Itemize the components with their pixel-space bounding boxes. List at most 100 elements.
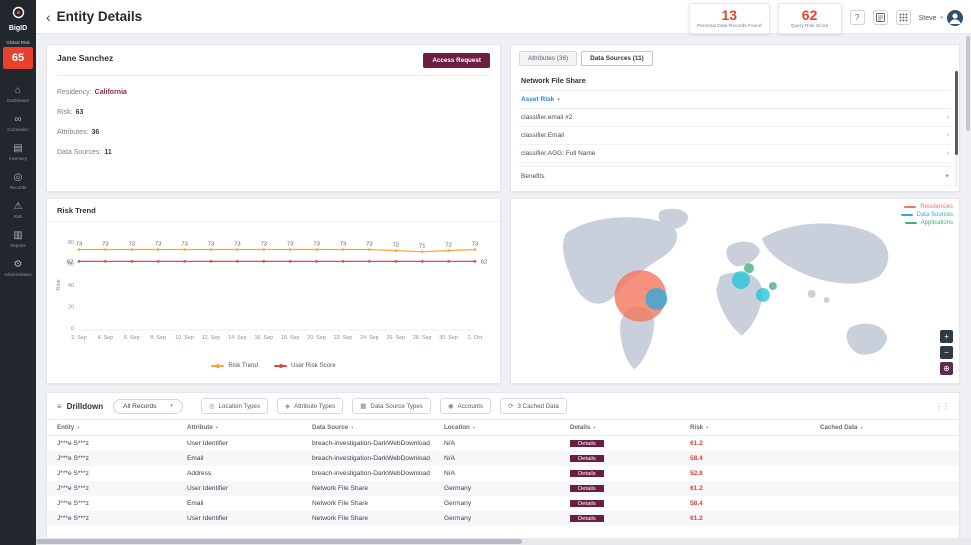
table-row[interactable]: J***e S***zUser Identifierbreach-investi… xyxy=(47,436,959,451)
application-bubble[interactable] xyxy=(744,263,754,273)
reports-icon: ▥ xyxy=(0,230,36,241)
avatar xyxy=(947,10,963,26)
profile-fields: Residency:CaliforniaRisk:63Attributes:36… xyxy=(57,89,490,156)
data-source-bubble[interactable] xyxy=(732,271,750,289)
cell-risk: 61.2 xyxy=(690,485,820,492)
attribute-row[interactable]: Benefits▾ xyxy=(519,166,951,186)
data-source-types-icon: ▦ xyxy=(360,402,366,410)
details-button[interactable]: Details xyxy=(570,485,604,492)
table-row[interactable]: J***e S***zUser IdentifierNetwork File S… xyxy=(47,511,959,526)
grid-dots-icon[interactable]: ⋮⋮ xyxy=(935,402,949,411)
details-button[interactable]: Details xyxy=(570,455,604,462)
sidebar-item-administration[interactable]: ⚙Administration xyxy=(0,253,36,282)
tab-data-sources-11-[interactable]: Data Sources (11) xyxy=(581,51,653,66)
attribute-types-icon: ◈ xyxy=(285,402,290,410)
svg-text:71: 71 xyxy=(419,244,425,250)
sidebar-item-label: Records xyxy=(0,185,36,190)
global-risk-widget[interactable]: Global Risk 65 xyxy=(3,40,33,69)
chip-accounts[interactable]: ◉Accounts xyxy=(440,398,491,414)
cell-source: breach-investigation-DarkWebDownload xyxy=(312,440,444,447)
table-row[interactable]: J***e S***zAddressbreach-investigation-D… xyxy=(47,466,959,481)
sidebar-item-dashboard[interactable]: ⌂Dashboard xyxy=(0,79,36,108)
zoom-in-icon[interactable]: + xyxy=(940,330,953,343)
chip-attribute-types[interactable]: ◈Attribute Types xyxy=(277,398,343,414)
column-header-location[interactable]: Location▾ xyxy=(444,424,570,431)
svg-text:16. Sep: 16. Sep xyxy=(255,335,274,341)
cell-source: Network File Share xyxy=(312,515,444,522)
column-header-entity[interactable]: Entity▾ xyxy=(57,424,187,431)
details-button[interactable]: Details xyxy=(570,515,604,522)
sidebar-item-reports[interactable]: ▥ Reports xyxy=(0,224,36,253)
sort-icon: ▾ xyxy=(593,425,595,431)
records-filter-select[interactable]: All Records ▾ xyxy=(113,399,183,414)
column-header-cached-data[interactable]: Cached Data▾ xyxy=(820,424,959,431)
cell-details: Details xyxy=(570,515,690,522)
application-bubble[interactable] xyxy=(769,282,777,290)
bigid-logo[interactable]: BigID xyxy=(9,6,27,32)
legend-marker xyxy=(904,206,916,208)
chip-location-types[interactable]: ◎Location Types xyxy=(201,398,268,414)
cell-source: Network File Share xyxy=(312,485,444,492)
details-button[interactable]: Details xyxy=(570,500,604,507)
tasks-icon[interactable] xyxy=(873,10,888,25)
details-button[interactable]: Details xyxy=(570,440,604,447)
svg-text:73: 73 xyxy=(129,242,135,248)
sidebar-item-inventory[interactable]: ▤Inventory xyxy=(0,137,36,166)
asset-risk-link[interactable]: Asset Risk ▾ xyxy=(519,91,951,109)
svg-text:14. Sep: 14. Sep xyxy=(228,335,247,341)
topbar-right: 13 Personal Data Records Found 62 Query … xyxy=(689,3,963,34)
table-row[interactable]: J***e S***zUser IdentifierNetwork File S… xyxy=(47,481,959,496)
field-label: Data Sources: xyxy=(57,149,101,156)
apps-grid-icon[interactable] xyxy=(896,10,911,25)
user-menu[interactable]: Steve ▾ xyxy=(919,10,963,26)
help-icon[interactable]: ? xyxy=(850,10,865,25)
access-request-button[interactable]: Access Request xyxy=(423,53,490,68)
3-cached-data-icon: ⟳ xyxy=(508,402,513,410)
zoom-reset-icon[interactable]: ⊕ xyxy=(940,362,953,375)
data-source-bubble[interactable] xyxy=(645,288,667,310)
sidebar-item-correlation[interactable]: ∞Correlation xyxy=(0,108,36,137)
svg-text:12. Sep: 12. Sep xyxy=(202,335,221,341)
sidebar-item-label: Reports xyxy=(0,243,36,248)
svg-text:22. Sep: 22. Sep xyxy=(334,335,353,341)
tab-attributes-36-[interactable]: Attributes (36) xyxy=(519,51,577,66)
cell-attribute: User Identifier xyxy=(187,485,312,492)
chip-3-cached-data[interactable]: ⟳3 Cached Data xyxy=(500,398,567,414)
attribute-label: classifier.Email xyxy=(521,132,564,139)
attribute-row[interactable]: classifier.AGG: Full Name› xyxy=(519,145,951,163)
attribute-row[interactable]: classifier.Email › xyxy=(519,127,951,145)
table-row[interactable]: J***e S***zEmailbreach-investigation-Dar… xyxy=(47,451,959,466)
attribute-row[interactable]: classifier.email #2› xyxy=(519,109,951,127)
legend-marker xyxy=(211,365,224,367)
column-header-attribute[interactable]: Attribute▾ xyxy=(187,424,312,431)
world-map[interactable] xyxy=(511,199,959,383)
horizontal-scrollbar[interactable] xyxy=(36,538,971,545)
panel-scrollbar[interactable] xyxy=(955,71,958,187)
column-header-details[interactable]: Details▾ xyxy=(570,424,690,431)
cell-location: N/A xyxy=(444,440,570,447)
chevron-right-icon: › xyxy=(947,132,949,139)
legend-item-user-risk-score[interactable]: User Risk Score xyxy=(274,362,336,369)
column-header-risk[interactable]: Risk▾ xyxy=(690,424,820,431)
main-content: Jane Sanchez Access Request Residency:Ca… xyxy=(36,34,971,545)
column-header-data-source[interactable]: Data Source▾ xyxy=(312,424,444,431)
chip-data-source-types[interactable]: ▦Data Source Types xyxy=(352,398,431,414)
page-title: Entity Details xyxy=(57,9,143,24)
profile-field-data-sources-: Data Sources:11 xyxy=(57,149,490,156)
vertical-scrollbar[interactable] xyxy=(965,34,971,538)
sort-icon: ▾ xyxy=(860,425,862,431)
svg-text:26. Sep: 26. Sep xyxy=(387,335,406,341)
zoom-out-icon[interactable]: − xyxy=(940,346,953,359)
svg-text:73: 73 xyxy=(313,242,319,248)
cell-risk: 58.4 xyxy=(690,500,820,507)
sidebar-item-risk[interactable]: ⚠Risk xyxy=(0,195,36,224)
details-button[interactable]: Details xyxy=(570,470,604,477)
cell-source: breach-investigation-DarkWebDownload xyxy=(312,470,444,477)
legend-item-risk-trend[interactable]: Risk Trend xyxy=(211,362,258,369)
cell-location: N/A xyxy=(444,455,570,462)
sidebar-item-records[interactable]: ◎Records xyxy=(0,166,36,195)
cell-entity: J***e S***z xyxy=(57,500,187,507)
table-row[interactable]: J***e S***zEmailNetwork File ShareGerman… xyxy=(47,496,959,511)
back-chevron-icon[interactable]: ‹ xyxy=(46,9,51,25)
data-source-bubble[interactable] xyxy=(756,288,770,302)
